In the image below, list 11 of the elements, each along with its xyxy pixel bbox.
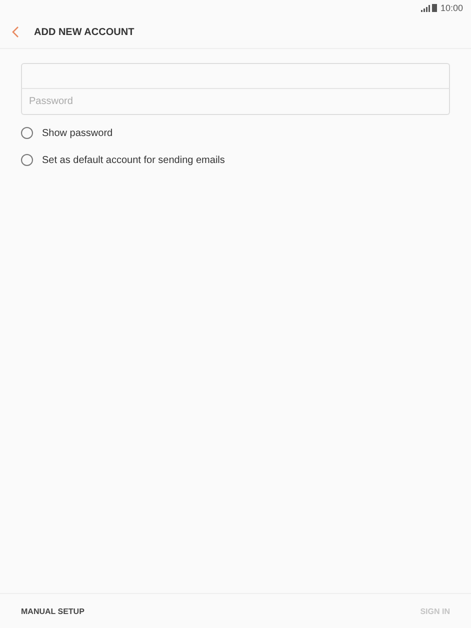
battery-icon: [432, 4, 438, 12]
page-title: ADD NEW ACCOUNT: [34, 26, 134, 38]
radio-button[interactable]: [21, 127, 33, 139]
manual-setup-button[interactable]: MANUAL SETUP: [21, 606, 84, 616]
option-label: Set as default account for sending emails: [42, 154, 225, 166]
option-label: Show password: [42, 128, 113, 138]
email-field[interactable]: [21, 63, 450, 89]
signal-icon: [421, 4, 430, 12]
radio-button[interactable]: [21, 154, 33, 166]
password-field[interactable]: Password: [21, 89, 450, 115]
clock-time: 10:00: [440, 3, 463, 13]
